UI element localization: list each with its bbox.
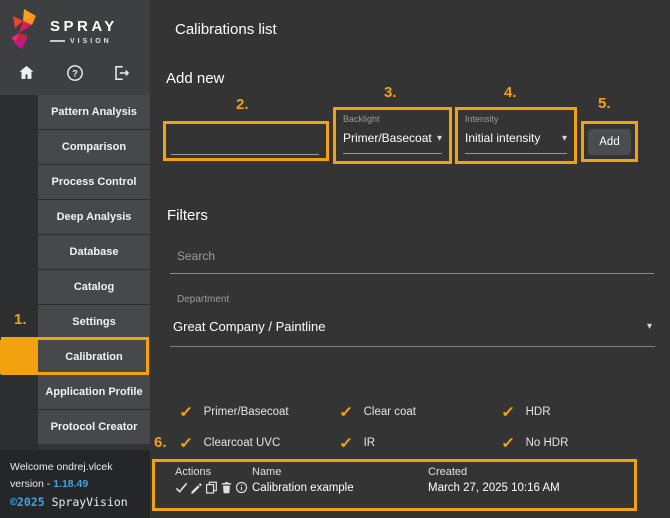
chevron-down-icon: ▾	[436, 132, 442, 144]
department-select[interactable]: Great Company / Paintline ▾	[170, 314, 655, 347]
annotation-2: 2.	[236, 96, 249, 113]
checkbox-label: HDR	[525, 405, 551, 418]
column-header-name: Name	[252, 466, 282, 478]
filter-checkbox-grid: ✓ Primer/Basecoat ✓ Clear coat ✓ HDR ✓ C…	[179, 401, 652, 453]
checkbox-primer-basecoat[interactable]: ✓ Primer/Basecoat	[179, 401, 340, 422]
check-icon: ✓	[339, 434, 354, 452]
annotation-box-name-input	[163, 121, 329, 161]
version-text: version - 1.18.49	[10, 477, 89, 490]
checkbox-ir[interactable]: ✓ IR	[339, 432, 502, 453]
table-cell-created: March 27, 2025 10:16 AM	[428, 481, 560, 494]
backlight-select[interactable]: Backlight Primer/Basecoat ▾	[336, 110, 449, 161]
logo-mark-icon	[11, 9, 36, 49]
column-header-created: Created	[428, 466, 468, 478]
app-window: SPRAY VISION ? Pattern Analysis Comparis…	[0, 0, 670, 518]
approve-action-icon[interactable]	[175, 481, 188, 494]
sidebar-item-calibration[interactable]: Calibration	[38, 340, 150, 374]
sidebar-item-protocol-creator[interactable]: Protocol Creator	[38, 410, 150, 444]
table-cell-name: Calibration example	[252, 481, 354, 494]
checkbox-clear-coat[interactable]: ✓ Clear coat	[339, 401, 502, 422]
chevron-down-icon: ▾	[646, 321, 652, 332]
delete-action-icon[interactable]	[220, 481, 233, 494]
checkbox-no-hdr[interactable]: ✓ No HDR	[501, 432, 652, 453]
copyright-text: ©2025 SprayVision	[10, 493, 150, 511]
sidebar-item-database[interactable]: Database	[38, 235, 150, 269]
search-input[interactable]	[170, 245, 654, 274]
sidebar-item-deep-analysis[interactable]: Deep Analysis	[38, 200, 150, 234]
check-icon: ✓	[179, 434, 194, 452]
sidebar-item-pattern-analysis[interactable]: Pattern Analysis	[38, 95, 150, 129]
table-row-actions	[175, 481, 252, 494]
logo-dash	[50, 40, 65, 42]
company-name: SprayVision	[51, 494, 128, 509]
check-icon: ✓	[339, 403, 354, 421]
department-value: Great Company / Paintline	[173, 319, 326, 334]
checkbox-hdr[interactable]: ✓ HDR	[501, 401, 652, 422]
copyright-year: ©2025	[10, 494, 45, 509]
filters-section-title: Filters	[167, 207, 208, 224]
copy-action-icon[interactable]	[205, 481, 218, 494]
checkbox-label: No HDR	[525, 436, 569, 449]
brand-subname: VISION	[70, 37, 112, 45]
intensity-value: Initial intensity	[465, 131, 541, 145]
checkbox-label: Clearcoat UVC	[203, 436, 281, 449]
sidebar-item-catalog[interactable]: Catalog	[38, 270, 150, 304]
edit-action-icon[interactable]	[190, 481, 203, 494]
annotation-1: 1.	[14, 311, 27, 328]
calibration-name-input[interactable]	[171, 127, 319, 155]
checkbox-label: Clear coat	[363, 405, 416, 418]
department-label: Department	[177, 294, 230, 305]
checkbox-label: IR	[363, 436, 376, 449]
sidebar-item-application-profile[interactable]: Application Profile	[38, 375, 150, 409]
backlight-label: Backlight	[343, 114, 380, 124]
sidebar-item-comparison[interactable]: Comparison	[38, 130, 150, 164]
annotation-4: 4.	[504, 84, 517, 101]
sidebar-item-process-control[interactable]: Process Control	[38, 165, 150, 199]
selected-item-indicator	[0, 340, 38, 374]
intensity-label: Intensity	[465, 114, 499, 124]
annotation-box-backlight: Backlight Primer/Basecoat ▾	[333, 107, 452, 164]
checkbox-clearcoat-uvc[interactable]: ✓ Clearcoat UVC	[179, 432, 340, 453]
annotation-3: 3.	[384, 84, 397, 101]
intensity-select[interactable]: Intensity Initial intensity ▾	[458, 110, 574, 161]
chevron-down-icon: ▾	[561, 132, 567, 144]
spray-vision-logo: SPRAY VISION	[10, 9, 118, 53]
logo-text: SPRAY VISION	[50, 18, 118, 45]
backlight-value: Primer/Basecoat	[343, 131, 432, 145]
sidebar-header: SPRAY VISION ?	[0, 0, 150, 95]
check-icon: ✓	[501, 434, 516, 452]
column-header-actions: Actions	[175, 466, 212, 478]
home-icon[interactable]	[17, 63, 36, 87]
sidebar-icon-strip	[0, 95, 38, 450]
add-new-section-title: Add new	[166, 70, 225, 87]
annotation-5: 5.	[598, 95, 611, 112]
annotation-box-add: Add	[581, 121, 638, 162]
checkbox-label: Primer/Basecoat	[203, 405, 289, 418]
welcome-text: Welcome ondrej.vlcek	[10, 461, 113, 473]
page-title: Calibrations list	[175, 21, 277, 38]
svg-text:?: ?	[72, 68, 78, 78]
annotation-box-table: Actions Name Created Calibration example…	[152, 459, 637, 511]
add-button[interactable]: Add	[588, 128, 631, 155]
check-icon: ✓	[501, 403, 516, 421]
help-icon[interactable]: ?	[65, 63, 85, 88]
sidebar-footer: Welcome ondrej.vlcek version - 1.18.49 ©…	[0, 450, 150, 518]
logout-icon[interactable]	[111, 63, 131, 88]
calibrations-table: Actions Name Created Calibration example…	[155, 462, 634, 494]
check-icon: ✓	[179, 403, 194, 421]
annotation-box-intensity: Intensity Initial intensity ▾	[455, 107, 577, 164]
sidebar-menu: Pattern Analysis Comparison Process Cont…	[38, 95, 150, 444]
info-action-icon[interactable]	[235, 481, 248, 494]
sidebar-item-settings[interactable]: Settings	[38, 305, 150, 339]
annotation-6: 6.	[154, 434, 167, 451]
version-number: 1.18.49	[53, 477, 89, 490]
brand-name: SPRAY	[50, 17, 118, 35]
